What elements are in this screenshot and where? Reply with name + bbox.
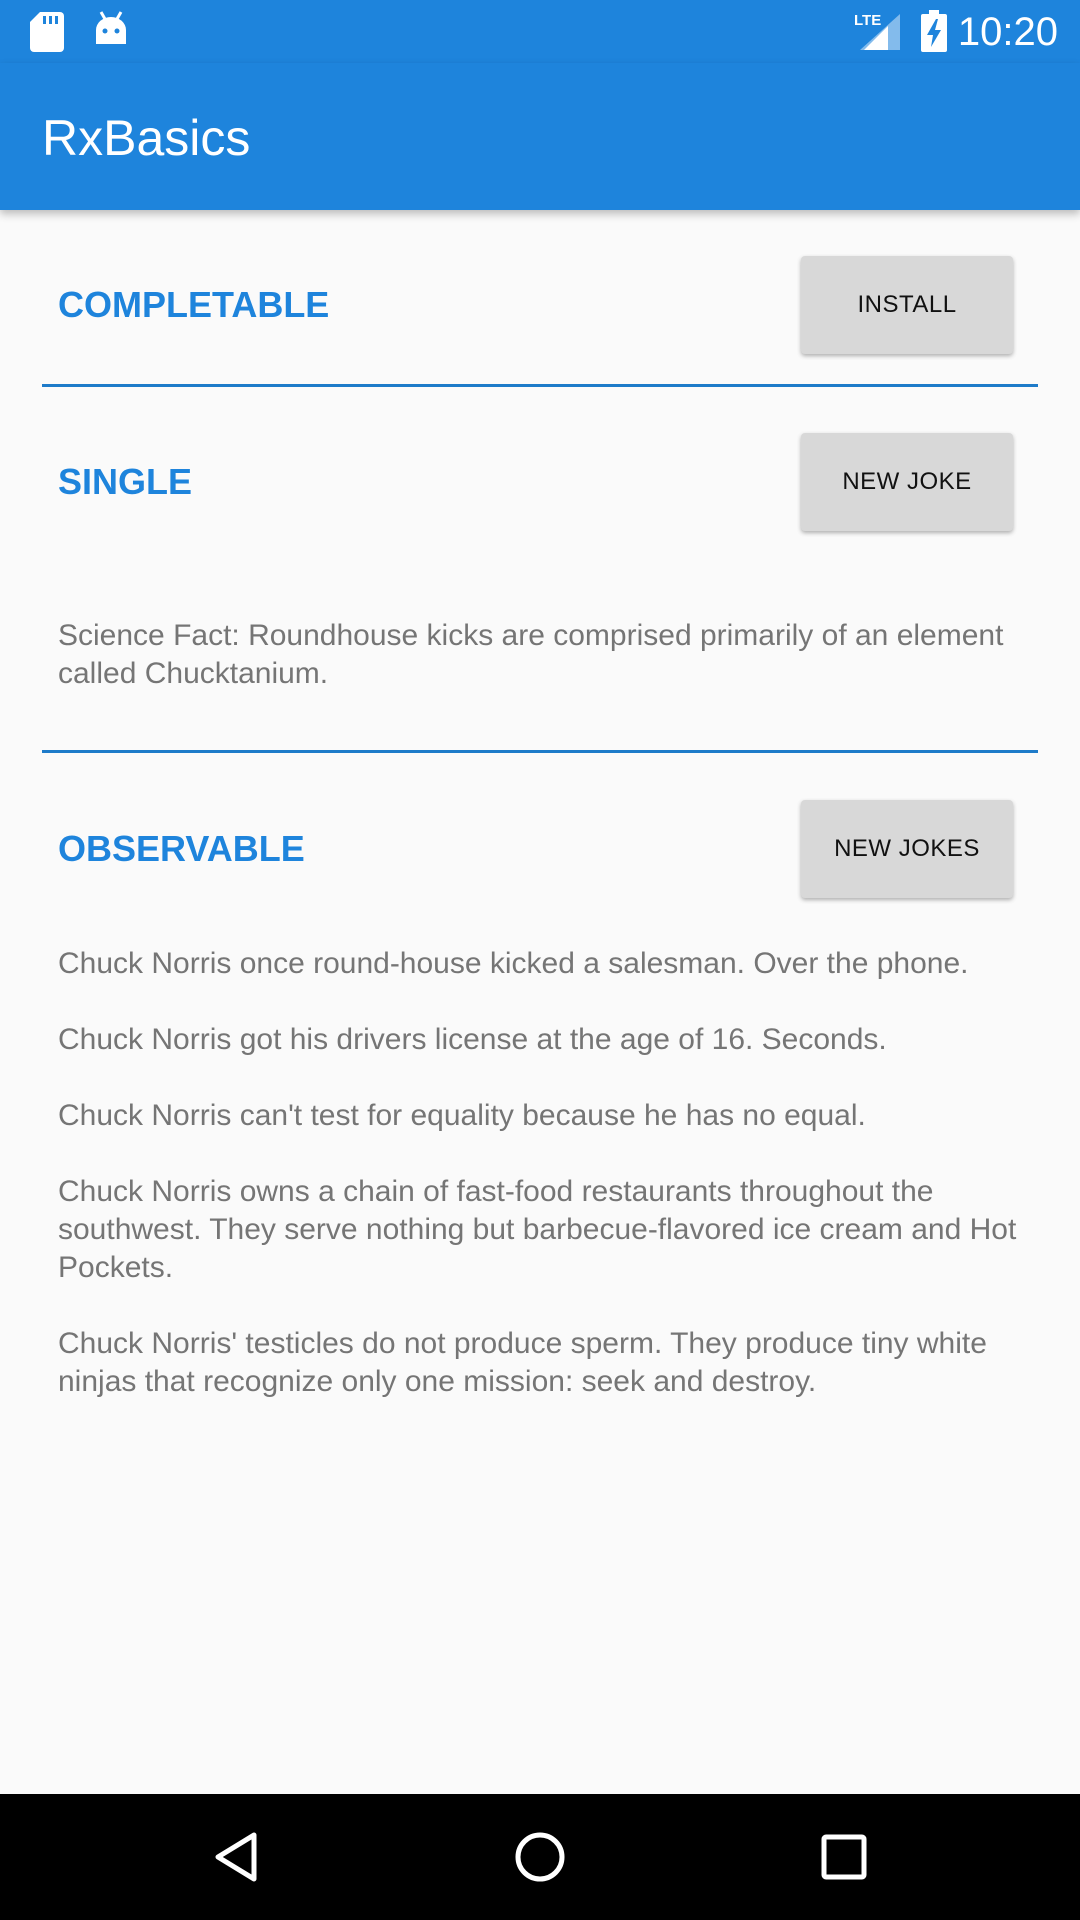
observable-title: OBSERVABLE: [58, 828, 305, 869]
jokes-list: Chuck Norris once round-house kicked a s…: [58, 945, 1042, 1439]
battery-charging-icon: [921, 10, 947, 52]
home-icon: [515, 1832, 565, 1882]
list-item: Chuck Norris got his drivers license at …: [58, 1023, 887, 1056]
main-content: COMPLETABLE INSTALL SINGLE NEW JOKE Scie…: [0, 210, 1080, 1794]
android-icon: [96, 11, 126, 44]
recents-button[interactable]: [764, 1794, 924, 1920]
new-joke-button[interactable]: NEW JOKE: [801, 433, 1013, 531]
divider: [42, 750, 1038, 753]
status-time: 10:20: [957, 10, 1058, 54]
list-item: Chuck Norris once round-house kicked a s…: [58, 947, 969, 980]
navigation-bar: [0, 1794, 1080, 1920]
install-button[interactable]: INSTALL: [801, 256, 1013, 354]
single-title: SINGLE: [58, 461, 193, 502]
list-item: Chuck Norris' testicles do not produce s…: [58, 1327, 987, 1398]
app-bar: RxBasics: [0, 63, 1080, 210]
back-icon: [215, 1832, 257, 1882]
new-jokes-button[interactable]: NEW JOKES: [801, 800, 1013, 898]
completable-title: COMPLETABLE: [58, 284, 330, 325]
lte-signal-icon: [860, 14, 900, 50]
app-title: RxBasics: [42, 110, 251, 166]
sd-card-icon: [30, 12, 64, 52]
recents-icon: [821, 1834, 867, 1880]
status-bar: LTE 10:20: [0, 0, 1080, 63]
home-button[interactable]: [460, 1794, 620, 1920]
list-item: Chuck Norris owns a chain of fast-food r…: [58, 1175, 1017, 1284]
list-item: Chuck Norris can't test for equality bec…: [58, 1099, 866, 1132]
back-button[interactable]: [156, 1794, 316, 1920]
divider: [42, 384, 1038, 387]
single-result-text: Science Fact: Roundhouse kicks are compr…: [58, 619, 1004, 690]
